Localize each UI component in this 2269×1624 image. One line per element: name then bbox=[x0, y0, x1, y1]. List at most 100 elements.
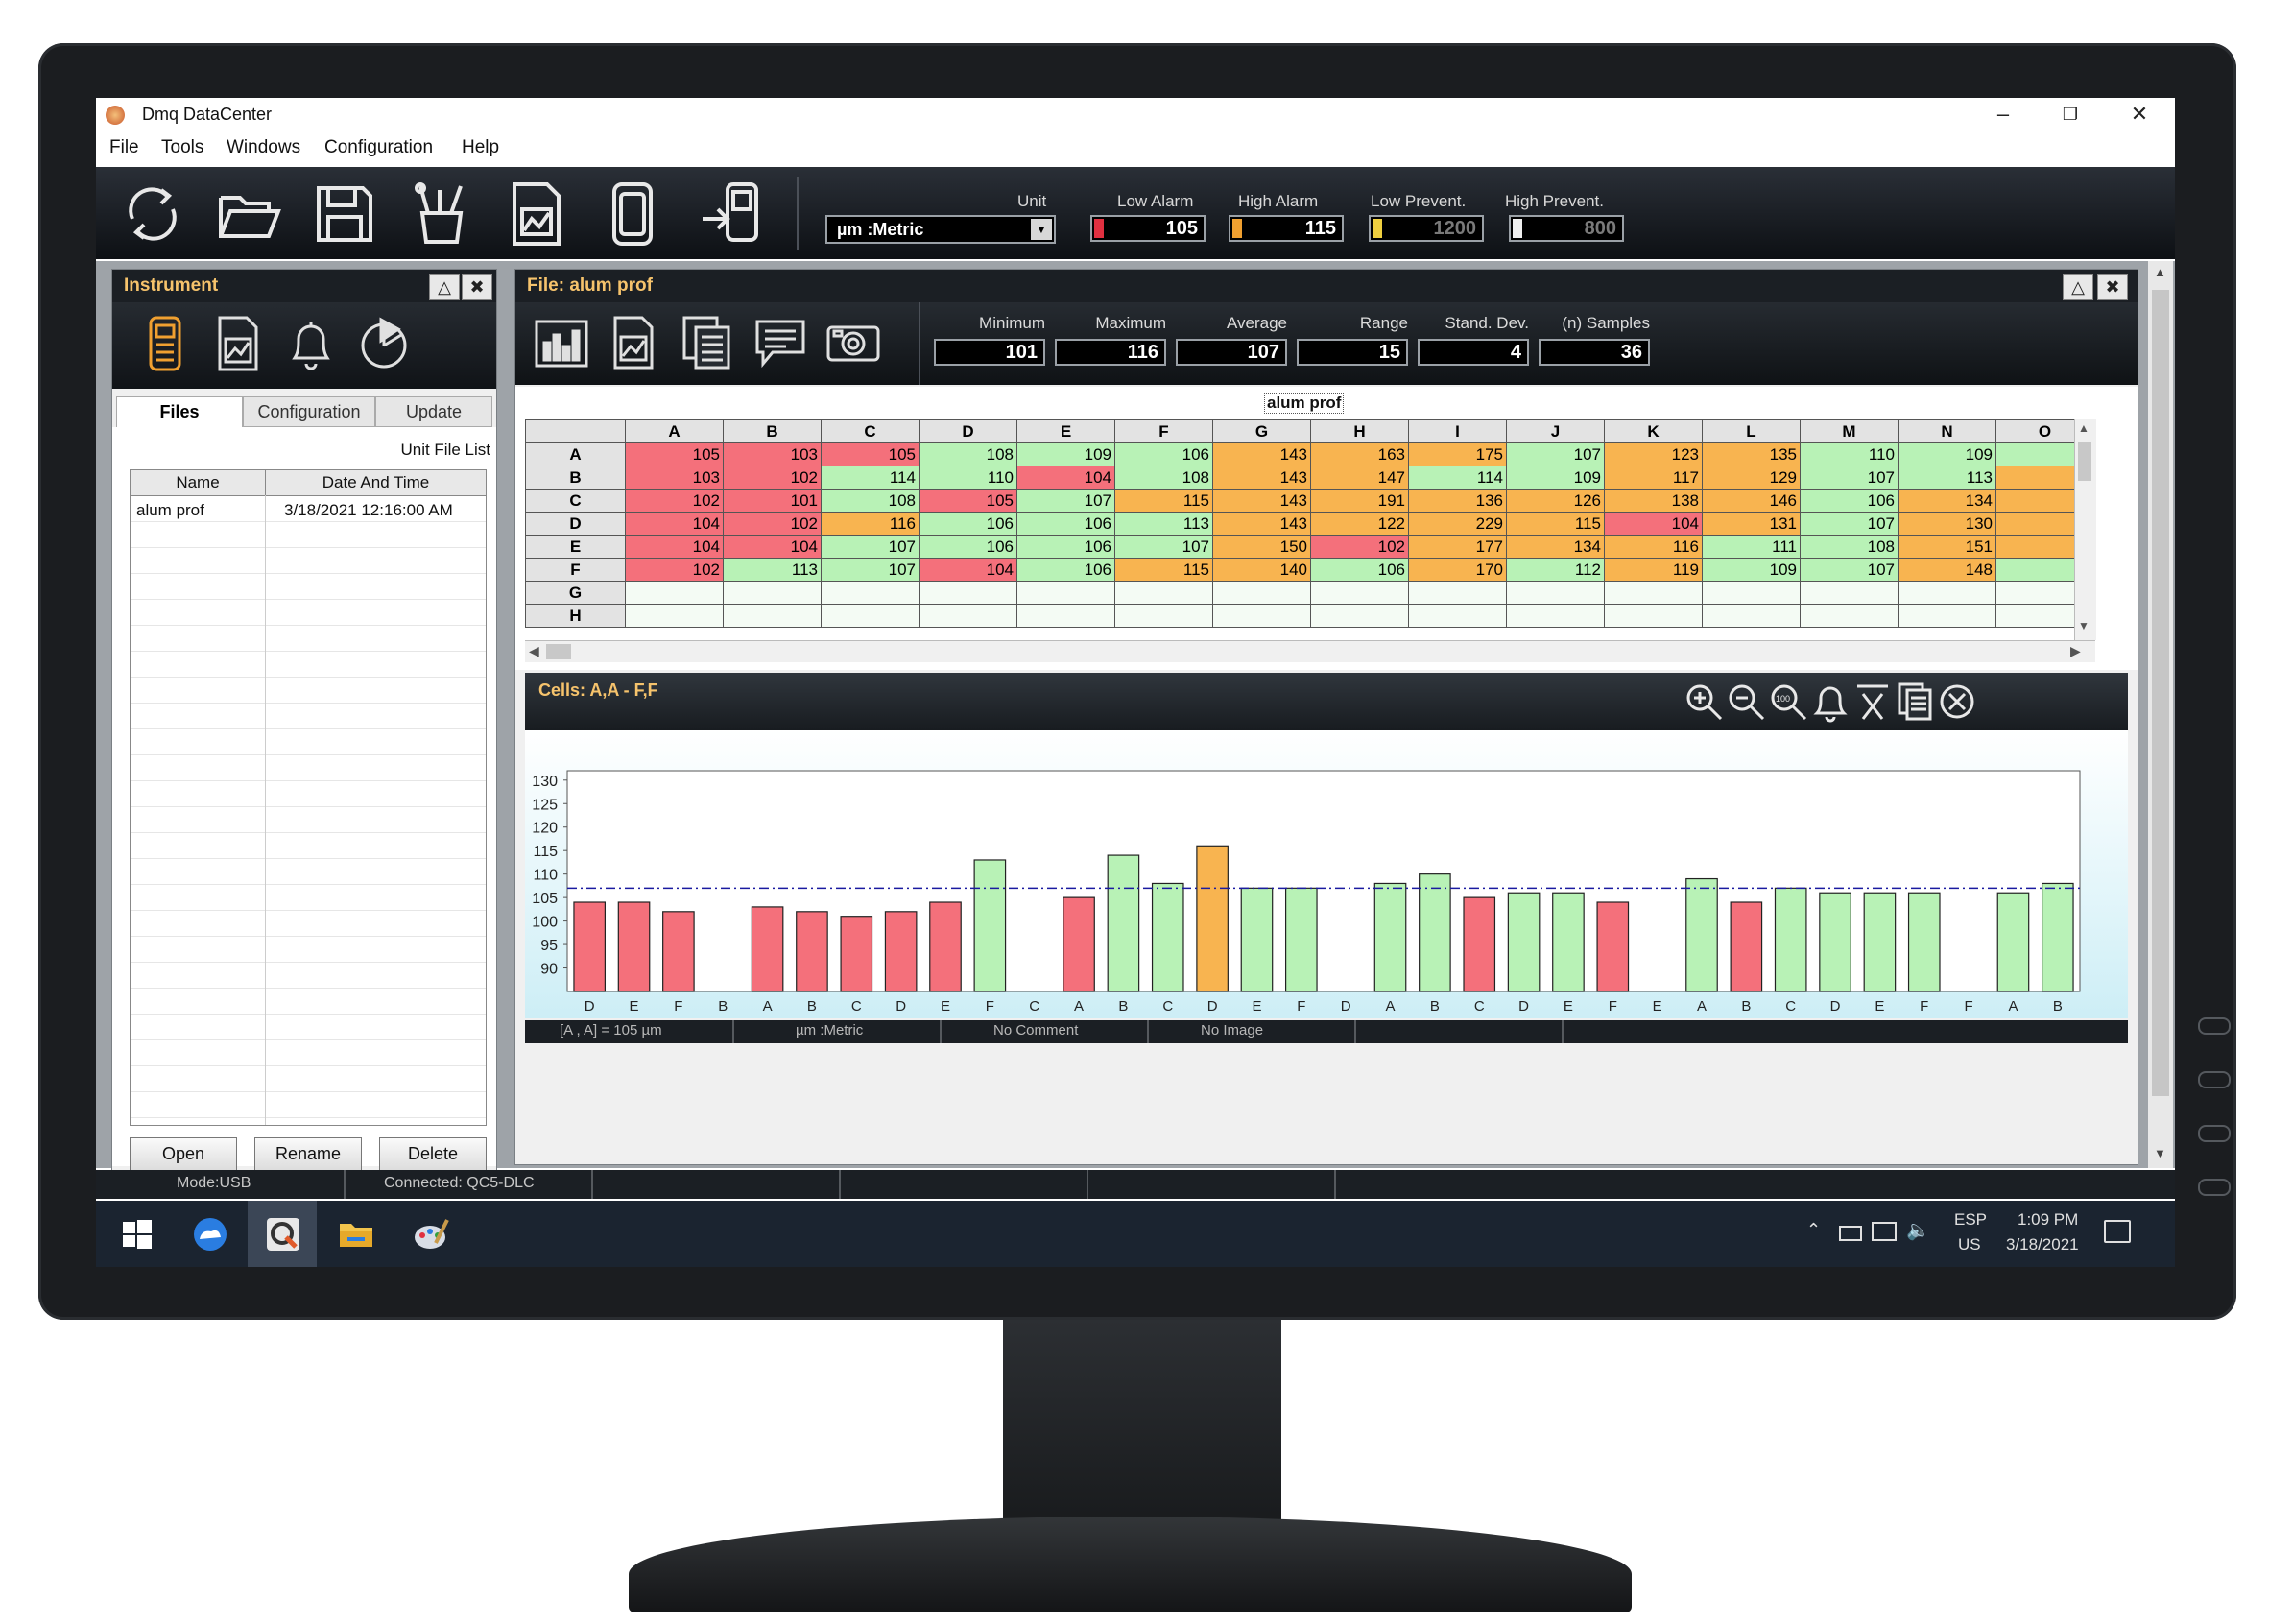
grid-row-header[interactable]: D bbox=[525, 512, 626, 536]
grid-cell[interactable]: 147 bbox=[1310, 466, 1409, 490]
grid-cell[interactable] bbox=[625, 581, 724, 605]
onedrive-icon[interactable] bbox=[190, 1214, 230, 1254]
scroll-thumb[interactable] bbox=[2152, 290, 2169, 1096]
grid-cell[interactable]: 102 bbox=[625, 558, 724, 582]
grid-cell[interactable] bbox=[1114, 604, 1213, 628]
grid-cell[interactable]: 114 bbox=[1408, 466, 1507, 490]
file-explorer-icon[interactable] bbox=[336, 1214, 376, 1254]
region-indicator[interactable]: US bbox=[1958, 1235, 1981, 1254]
grid-row-header[interactable]: A bbox=[525, 442, 626, 466]
low-prevent-field[interactable]: 1200 bbox=[1369, 215, 1484, 242]
close-window-icon[interactable]: ✖ bbox=[2097, 274, 2128, 300]
grid-cell[interactable]: 104 bbox=[723, 535, 822, 559]
grid-cell[interactable] bbox=[625, 604, 724, 628]
chevron-down-icon[interactable]: ▼ bbox=[1031, 219, 1052, 240]
grid-column-header[interactable]: K bbox=[1604, 419, 1703, 443]
grid-cell[interactable] bbox=[1506, 604, 1605, 628]
grid-cell[interactable]: 107 bbox=[1506, 442, 1605, 466]
list-item[interactable]: alum prof 3/18/2021 12:16:00 AM bbox=[131, 497, 486, 522]
close-panel-icon[interactable]: ✖ bbox=[462, 274, 492, 300]
column-date[interactable]: Date And Time bbox=[266, 473, 486, 492]
grid-cell[interactable]: 150 bbox=[1212, 535, 1311, 559]
grid-cell[interactable]: 115 bbox=[1506, 512, 1605, 536]
grid-column-header[interactable]: C bbox=[821, 419, 920, 443]
grid-cell[interactable] bbox=[1800, 604, 1899, 628]
grid-cell[interactable]: 131 bbox=[1702, 512, 1801, 536]
grid-cell[interactable]: 126 bbox=[1506, 489, 1605, 513]
unit-select[interactable]: µm :Metric ▼ bbox=[825, 215, 1056, 244]
grid-cell[interactable]: 115 bbox=[1114, 489, 1213, 513]
grid-cell[interactable]: 112 bbox=[1506, 558, 1605, 582]
image-report-icon[interactable] bbox=[606, 314, 663, 371]
tools-icon[interactable] bbox=[407, 180, 474, 248]
bell-icon[interactable] bbox=[281, 314, 341, 373]
grid-column-header[interactable]: D bbox=[919, 419, 1017, 443]
grid-row-header[interactable]: G bbox=[525, 581, 626, 605]
scroll-thumb[interactable] bbox=[2078, 442, 2091, 481]
grid-cell[interactable]: 102 bbox=[625, 489, 724, 513]
grid-cell[interactable]: 143 bbox=[1212, 466, 1311, 490]
grid-cell[interactable]: 106 bbox=[1310, 558, 1409, 582]
grid-cell[interactable] bbox=[1408, 581, 1507, 605]
grid-column-header[interactable]: E bbox=[1016, 419, 1115, 443]
clock-date[interactable]: 3/18/2021 bbox=[2006, 1235, 2079, 1254]
menu-configuration[interactable]: Configuration bbox=[324, 137, 433, 158]
tab-configuration[interactable]: Configuration bbox=[243, 396, 375, 427]
menu-help[interactable]: Help bbox=[462, 137, 499, 158]
minimize-button[interactable]: – bbox=[1970, 98, 2037, 132]
scroll-left-icon[interactable]: ◀ bbox=[529, 643, 539, 659]
menu-windows[interactable]: Windows bbox=[227, 137, 300, 158]
grid-cell[interactable]: 113 bbox=[723, 558, 822, 582]
grid-cell[interactable]: 105 bbox=[919, 489, 1017, 513]
workspace-scrollbar[interactable]: ▲ ▼ bbox=[2148, 261, 2173, 1168]
grid-cell[interactable]: 103 bbox=[625, 466, 724, 490]
windows-start-icon[interactable] bbox=[117, 1214, 157, 1254]
grid-row-header[interactable]: F bbox=[525, 558, 626, 582]
volume-icon[interactable]: 🔈 bbox=[1906, 1218, 1930, 1242]
grid-cell[interactable]: 115 bbox=[1114, 558, 1213, 582]
grid-cell[interactable]: 107 bbox=[1800, 512, 1899, 536]
data-grid[interactable]: A B C D E F G H I J K L M N O A 105 103 105 108 109 106 143 163… bbox=[525, 419, 2094, 628]
gauge-device-icon[interactable] bbox=[135, 314, 195, 373]
grid-cell[interactable]: 148 bbox=[1898, 558, 1996, 582]
comment-icon[interactable] bbox=[752, 314, 809, 371]
grid-column-header[interactable]: B bbox=[723, 419, 822, 443]
grid-cell[interactable]: 134 bbox=[1506, 535, 1605, 559]
grid-column-header[interactable]: L bbox=[1702, 419, 1801, 443]
grid-cell[interactable]: 191 bbox=[1310, 489, 1409, 513]
notifications-icon[interactable] bbox=[2104, 1220, 2131, 1243]
report-icon[interactable] bbox=[503, 180, 570, 248]
scroll-up-icon[interactable]: ▲ bbox=[2154, 265, 2166, 279]
scroll-down-icon[interactable]: ▼ bbox=[2154, 1146, 2166, 1160]
zoom-out-icon[interactable] bbox=[1725, 681, 1767, 723]
grid-cell[interactable]: 110 bbox=[919, 466, 1017, 490]
grid-cell[interactable]: 177 bbox=[1408, 535, 1507, 559]
grid-cell[interactable] bbox=[1212, 604, 1311, 628]
maximize-button[interactable]: ❐ bbox=[2037, 98, 2104, 132]
vertical-scrollbar[interactable]: ▲ ▼ bbox=[2074, 419, 2096, 640]
grid-cell[interactable]: 109 bbox=[1016, 442, 1115, 466]
grid-column-header[interactable]: N bbox=[1898, 419, 1996, 443]
grid-row-header[interactable]: E bbox=[525, 535, 626, 559]
grid-cell[interactable]: 114 bbox=[821, 466, 920, 490]
low-alarm-field[interactable]: 105 bbox=[1090, 215, 1206, 242]
grid-cell[interactable]: 146 bbox=[1702, 489, 1801, 513]
grid-cell[interactable]: 104 bbox=[919, 558, 1017, 582]
grid-cell[interactable]: 135 bbox=[1702, 442, 1801, 466]
clock-time[interactable]: 1:09 PM bbox=[2018, 1210, 2078, 1230]
paint-icon[interactable] bbox=[411, 1214, 451, 1254]
grid-cell[interactable]: 107 bbox=[821, 535, 920, 559]
grid-cell[interactable]: 104 bbox=[625, 535, 724, 559]
grid-cell[interactable] bbox=[1702, 581, 1801, 605]
network-icon[interactable] bbox=[1872, 1222, 1897, 1241]
grid-cell[interactable] bbox=[1702, 604, 1801, 628]
grid-cell[interactable]: 170 bbox=[1408, 558, 1507, 582]
grid-cell[interactable]: 107 bbox=[1800, 558, 1899, 582]
grid-column-header[interactable]: G bbox=[1212, 419, 1311, 443]
grid-cell[interactable] bbox=[1114, 581, 1213, 605]
grid-cell[interactable] bbox=[1016, 604, 1115, 628]
alarm-bell-icon[interactable] bbox=[1809, 681, 1851, 723]
grid-cell[interactable]: 109 bbox=[1898, 442, 1996, 466]
grid-column-header[interactable]: A bbox=[625, 419, 724, 443]
grid-cell[interactable]: 104 bbox=[1016, 466, 1115, 490]
